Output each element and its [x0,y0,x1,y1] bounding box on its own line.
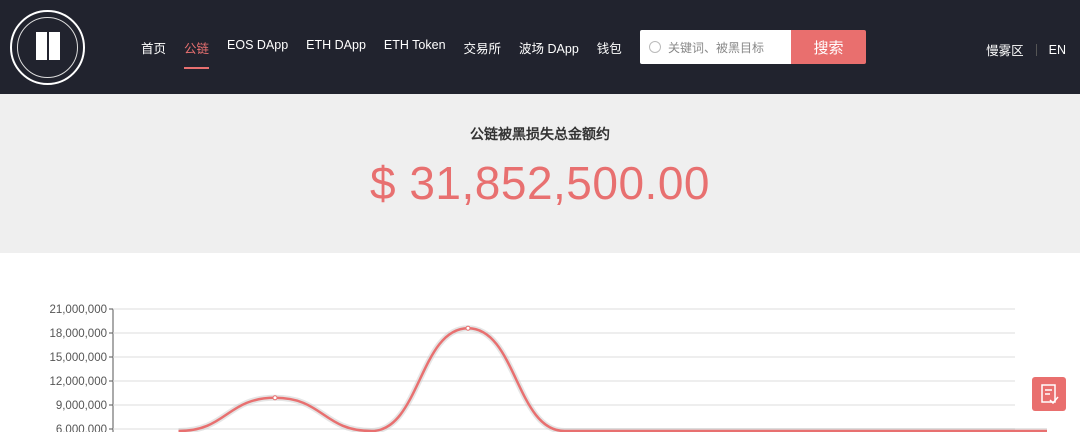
loss-chart: 21,000,000 18,000,000 15,000,000 12,000,000… [49,304,1047,432]
logo-door-icon [36,32,47,60]
main-nav: 首页 公链 EOS DApp ETH DApp ETH Token 交易所 波场… [141,38,640,69]
community-link[interactable]: 慢雾区 [986,40,1024,59]
y-tick-label: 21,000,000 [49,304,107,316]
nav-tron-dapp[interactable]: 波场 DApp [519,38,579,57]
nav-wallet[interactable]: 钱包 [597,38,622,57]
checklist-icon [1041,384,1059,405]
logo-ring [17,17,78,78]
search-bar: 关键词、被黑目标 搜索 [640,30,866,64]
language-switch[interactable]: EN [1049,43,1066,57]
logo-door-icon [49,32,60,60]
series-line-shadow [178,325,1047,432]
total-loss-title: 公链被黑损失总金额约 [470,126,610,142]
search-icon [649,41,661,53]
y-tick-label: 12,000,000 [49,376,107,388]
search-button[interactable]: 搜索 [791,30,866,64]
feedback-button[interactable] [1032,377,1066,411]
logo[interactable] [10,10,85,85]
nav-home[interactable]: 首页 [141,38,166,57]
y-tick-label: 9,000,000 [56,400,107,412]
nav-eth-token[interactable]: ETH Token [384,38,446,57]
nav-eth-dapp[interactable]: ETH DApp [306,38,366,57]
divider [1035,43,1037,56]
y-tick-label: 18,000,000 [49,328,107,340]
series-line [178,326,1047,432]
nav-eos-dapp[interactable]: EOS DApp [227,38,288,57]
total-loss-amount: $ 31,852,500.00 [369,157,711,209]
search-placeholder: 关键词、被黑目标 [668,40,765,55]
chart-area: 21,000,000 18,000,000 15,000,000 12,000,000… [0,253,1080,432]
y-tick-label: 15,000,000 [49,352,107,364]
header-links: 慢雾区 EN [986,40,1066,59]
header: 首页 公链 EOS DApp ETH DApp ETH Token 交易所 波场… [0,0,1080,94]
total-loss-banner: 公链被黑损失总金额约 $ 31,852,500.00 [0,94,1080,253]
y-tick-label: 6,000,000 [56,424,107,432]
data-point [272,395,278,401]
nav-exchange[interactable]: 交易所 [464,38,502,57]
nav-public-chain[interactable]: 公链 [184,38,210,69]
data-point [465,325,471,331]
search-input[interactable]: 关键词、被黑目标 [640,30,791,64]
